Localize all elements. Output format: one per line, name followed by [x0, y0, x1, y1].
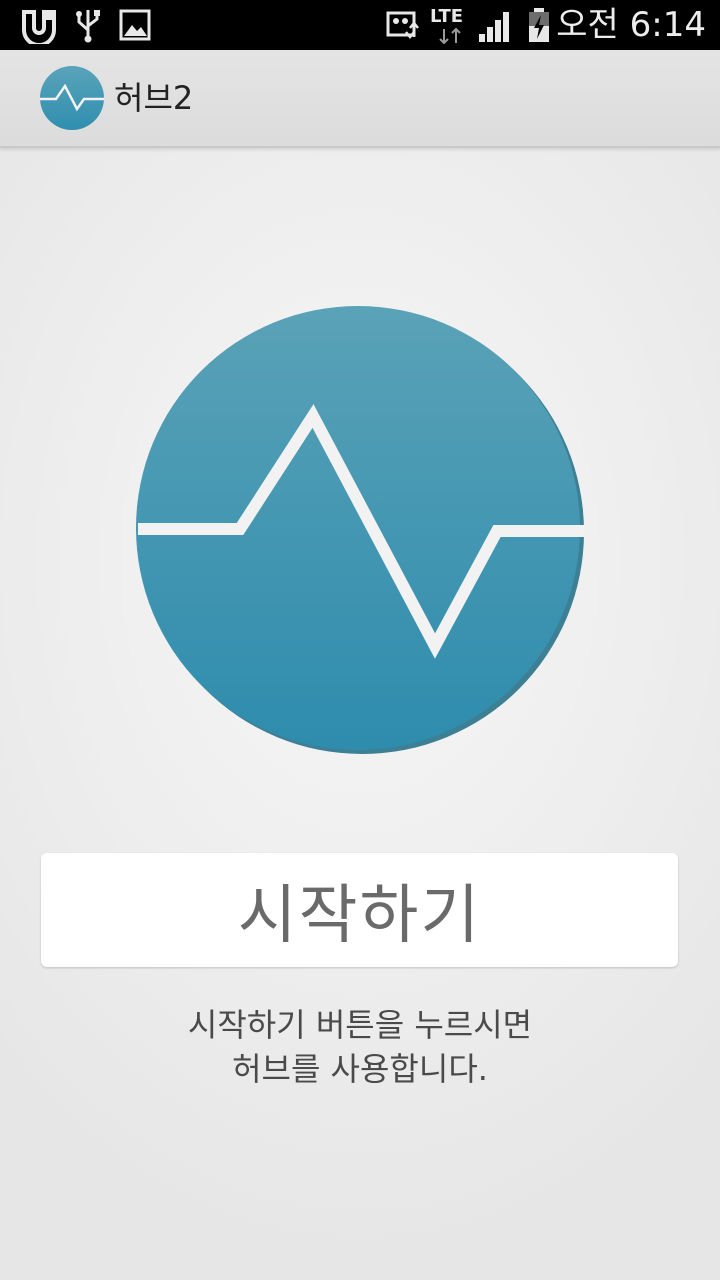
start-button[interactable]: 시작하기: [41, 853, 678, 967]
hint-line-1: 시작하기 버튼을 누르시면: [187, 1006, 533, 1044]
lte-icon: LTE: [430, 6, 470, 44]
hub-logo-icon: [136, 306, 584, 754]
start-hint-text: 시작하기 버튼을 누르시면 허브를 사용합니다.: [0, 1003, 720, 1091]
pulse-logo-icon[interactable]: [39, 65, 105, 131]
lte-label: LTE: [430, 6, 464, 27]
status-bar: LTE 오전 6:14: [0, 0, 720, 50]
action-bar: 허브2: [0, 50, 720, 148]
usb-icon: [76, 10, 100, 43]
signal-icon: [479, 12, 509, 42]
battery-charging-icon: [529, 8, 549, 42]
hint-line-2: 허브를 사용합니다.: [232, 1050, 488, 1088]
status-time: 오전 6:14: [556, 5, 706, 45]
app-title: 허브2: [114, 79, 194, 117]
u-plus-icon: [22, 10, 56, 44]
start-button-label: 시작하기: [237, 879, 482, 953]
image-icon: [119, 9, 151, 41]
data-icon: [386, 11, 419, 40]
